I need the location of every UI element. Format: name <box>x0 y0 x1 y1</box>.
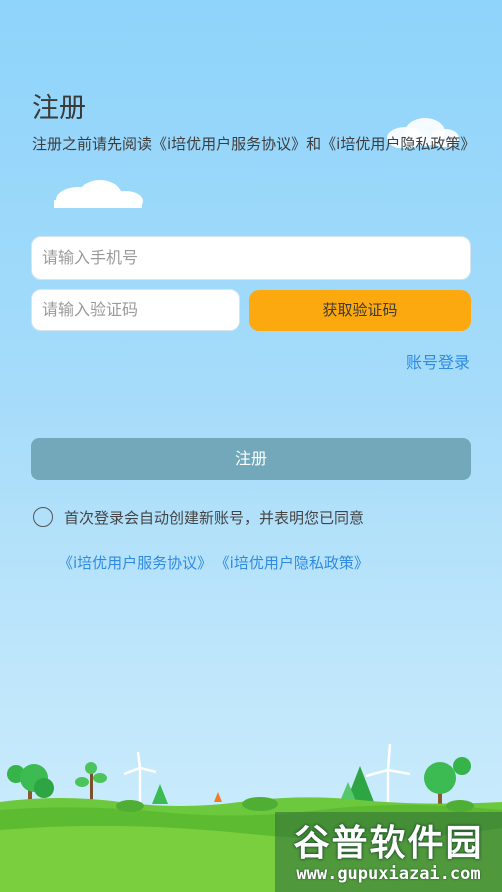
agreement-intro-text: 注册之前请先阅读《i培优用户服务协议》和《i培优用户隐私政策》 <box>32 135 476 153</box>
watermark-title: 谷普软件园 <box>293 823 484 864</box>
watermark-url: www.gupuxiazai.com <box>296 864 481 884</box>
consent-radio[interactable] <box>33 507 53 527</box>
get-code-button[interactable]: 获取验证码 <box>249 290 471 331</box>
watermark-logo: 谷普软件园 www.gupuxiazai.com <box>275 812 502 892</box>
phone-input[interactable]: 请输入手机号 <box>31 236 471 280</box>
page-title: 注册 <box>32 93 86 124</box>
verification-code-input[interactable]: 请输入验证码 <box>31 289 240 331</box>
consent-text: 首次登录会自动创建新账号，并表明您已同意 <box>64 509 365 527</box>
register-button[interactable]: 注册 <box>31 438 471 480</box>
cloud-decoration-left <box>54 180 143 208</box>
account-login-link[interactable]: 账号登录 <box>406 349 470 373</box>
privacy-policy-link[interactable]: 《i培优用户隐私政策》 <box>222 554 369 572</box>
agreement-links: 《i培优用户服务协议》 《i培优用户隐私政策》 <box>58 552 379 574</box>
service-agreement-link[interactable]: 《i培优用户服务协议》 <box>58 554 212 572</box>
